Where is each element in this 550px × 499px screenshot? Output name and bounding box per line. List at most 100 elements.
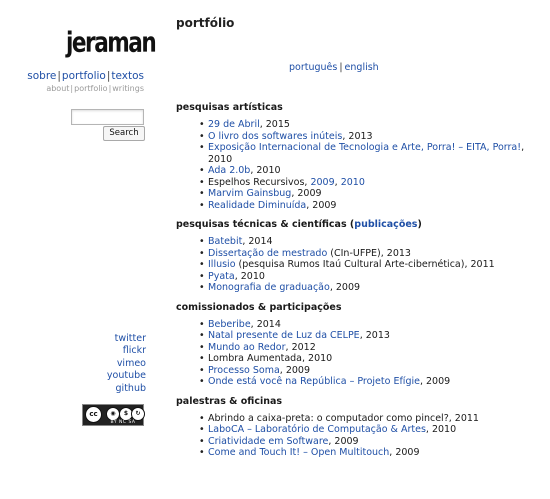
project-link[interactable]: Natal presente de Luz da CELPE xyxy=(208,330,360,341)
lang-separator: | xyxy=(339,62,343,73)
lang-english[interactable]: english xyxy=(345,62,379,73)
list-item: Onde está você na República – Projeto Ef… xyxy=(199,376,536,388)
project-list: Batebit, 2014 Dissertação de mestrado (C… xyxy=(176,236,536,294)
project-year: (CIn-UFPE), 2013 xyxy=(327,247,411,259)
project-link[interactable]: Onde está você na República – Projeto Ef… xyxy=(208,376,420,387)
list-item: Illusio (pesquisa Rumos Itaú Cultural Ar… xyxy=(199,259,536,271)
nav-sub-writings[interactable]: writings xyxy=(112,84,144,93)
list-item: LaboCA – Laboratório de Computação & Art… xyxy=(199,424,536,436)
project-link[interactable]: 2010 xyxy=(341,177,365,188)
list-item: Realidade Diminuída, 2009 xyxy=(199,199,536,212)
list-item: Monografia de graduação, 2009 xyxy=(199,282,536,294)
list-item: Marvim Gainsbug, 2009 xyxy=(199,188,536,200)
nav-textos[interactable]: textos xyxy=(111,70,144,82)
main-nav: sobre|portfolio|textos xyxy=(20,70,144,82)
list-item: Mundo ao Redor, 2012 xyxy=(199,342,536,354)
social-links: twitter flickr vimeo youtube github xyxy=(70,333,146,395)
list-item: Ada 2.0b, 2010 xyxy=(199,165,536,177)
section-heading: pesquisas técnicas & científicas (public… xyxy=(176,219,536,230)
lang-portugues[interactable]: português xyxy=(289,62,337,73)
language-switcher: português | english xyxy=(289,62,379,73)
project-link[interactable]: Come and Touch It! – Open Multitouch xyxy=(208,447,389,458)
project-year: (pesquisa Rumos Itaú Cultural Arte-ciber… xyxy=(235,259,495,270)
list-item: Pyata, 2010 xyxy=(199,270,536,283)
project-list: Beberibe, 2014 Natal presente de Luz da … xyxy=(176,319,536,388)
list-item: Criatividade em Software, 2009 xyxy=(199,436,536,448)
project-link[interactable]: Batebit xyxy=(208,236,242,247)
heading-text: pesquisas técnicas & científicas ( xyxy=(176,219,355,230)
project-link[interactable]: Criatividade em Software xyxy=(208,436,328,447)
publications-link[interactable]: publicações xyxy=(354,219,417,230)
cc-license-badge[interactable]: cc ◉ $ ↻ BY NC SA xyxy=(82,404,145,426)
project-title: Abrindo a caixa-preta: o computador como… xyxy=(208,412,479,424)
project-year: , 2015 xyxy=(259,119,290,130)
list-item: Lombra Aumentada, 2010 xyxy=(199,353,536,365)
project-link[interactable]: Mundo ao Redor xyxy=(208,342,286,353)
project-link[interactable]: Pyata xyxy=(208,271,235,282)
youtube-link[interactable]: youtube xyxy=(70,370,146,382)
list-item: Batebit, 2014 xyxy=(199,236,536,248)
section-artisticas: pesquisas artísticas 29 de Abril, 2015 O… xyxy=(176,102,536,211)
nav-portfolio[interactable]: portfolio xyxy=(62,70,106,82)
list-item: Come and Touch It! – Open Multitouch, 20… xyxy=(199,447,536,459)
project-link[interactable]: Illusio xyxy=(208,259,236,270)
portfolio-content: pesquisas artísticas 29 de Abril, 2015 O… xyxy=(176,102,536,467)
project-title: Espelhos Recursivos, xyxy=(208,176,311,188)
project-year: , 2009 xyxy=(389,447,420,458)
vimeo-link[interactable]: vimeo xyxy=(70,358,146,370)
project-year: , 2010 xyxy=(425,424,457,435)
project-link[interactable]: LaboCA – Laboratório de Computação & Art… xyxy=(208,424,426,435)
list-item: Espelhos Recursivos, 2009, 2010 xyxy=(199,176,536,189)
site-logo[interactable]: jeraman xyxy=(66,26,157,58)
project-year: , 2010 xyxy=(250,165,281,176)
project-title: Lombra Aumentada, 2010 xyxy=(208,353,333,364)
nav-sub-portfolio[interactable]: portfolio xyxy=(74,84,107,93)
project-link[interactable]: Beberibe xyxy=(208,319,251,330)
section-palestras: palestras & oficinas Abrindo a caixa-pre… xyxy=(176,396,536,459)
list-item: Exposição Internacional de Tecnologia e … xyxy=(199,142,536,165)
section-comissionados: comissionados & participações Beberibe, … xyxy=(176,302,536,388)
search-button[interactable]: Search xyxy=(103,126,145,141)
list-item: 29 de Abril, 2015 xyxy=(199,119,536,131)
list-item: Abrindo a caixa-preta: o computador como… xyxy=(199,412,536,425)
list-item: Processo Soma, 2009 xyxy=(199,364,536,377)
twitter-link[interactable]: twitter xyxy=(70,333,146,345)
cc-icon: cc xyxy=(85,406,102,423)
project-link[interactable]: Realidade Diminuída xyxy=(208,200,306,211)
project-link[interactable]: Marvim Gainsbug xyxy=(208,188,291,199)
project-list: 29 de Abril, 2015 O livro dos softwares … xyxy=(176,119,536,211)
list-item: O livro dos softwares inúteis, 2013 xyxy=(199,130,536,143)
project-year: , 2013 xyxy=(359,330,390,341)
project-year: , 2009 xyxy=(291,188,322,199)
project-year: , 2009 xyxy=(329,282,361,293)
flickr-link[interactable]: flickr xyxy=(70,345,146,357)
heading-text: ) xyxy=(417,219,422,230)
search-input[interactable] xyxy=(71,109,144,125)
github-link[interactable]: github xyxy=(70,383,146,395)
section-tecnicas: pesquisas técnicas & científicas (public… xyxy=(176,219,536,294)
project-year: , 2009 xyxy=(279,364,311,376)
nav-sub-about[interactable]: about xyxy=(46,84,69,93)
project-link[interactable]: Ada 2.0b xyxy=(208,165,250,176)
project-link[interactable]: Dissertação de mestrado xyxy=(208,248,327,259)
project-year: , 2013 xyxy=(342,130,373,142)
project-link[interactable]: O livro dos softwares inúteis xyxy=(208,131,342,142)
cc-license-label: BY NC SA xyxy=(110,420,136,425)
project-year: , 2009 xyxy=(306,199,337,211)
list-item: Beberibe, 2014 xyxy=(199,319,536,331)
section-heading: comissionados & participações xyxy=(176,301,342,313)
project-year: , 2009 xyxy=(419,376,451,387)
nav-sobre[interactable]: sobre xyxy=(27,70,56,82)
sharealike-icon: ↻ xyxy=(131,407,145,421)
project-year: , 2010 xyxy=(234,270,265,282)
project-year: , 2014 xyxy=(242,236,273,247)
project-link[interactable]: Monografia de graduação xyxy=(208,282,330,293)
page-title: portfólio xyxy=(176,16,235,30)
list-item: Natal presente de Luz da CELPE, 2013 xyxy=(199,330,536,342)
list-item: Dissertação de mestrado (CIn-UFPE), 2013 xyxy=(199,247,536,260)
project-list: Abrindo a caixa-preta: o computador como… xyxy=(176,413,536,459)
project-link[interactable]: 29 de Abril xyxy=(208,119,260,130)
project-link[interactable]: Exposição Internacional de Tecnologia e … xyxy=(208,142,521,153)
project-link[interactable]: 2009 xyxy=(310,177,334,188)
project-link[interactable]: Processo Soma xyxy=(208,365,280,376)
